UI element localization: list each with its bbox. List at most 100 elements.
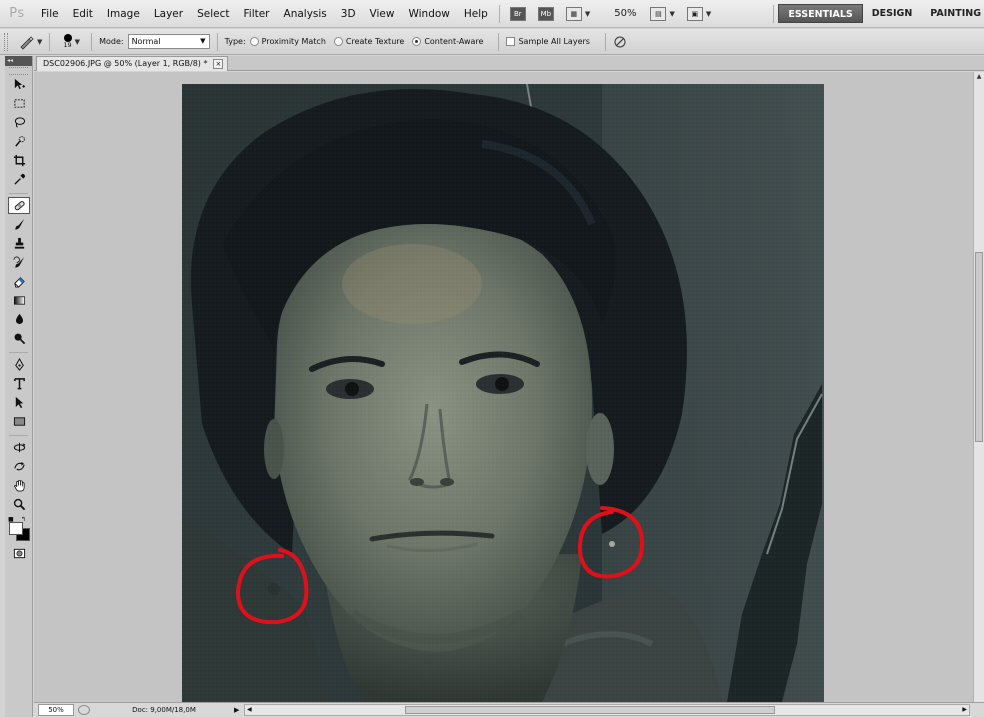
scroll-up-icon[interactable]: ▲ bbox=[975, 73, 983, 81]
gradient-icon bbox=[13, 296, 25, 305]
workspace-essentials[interactable]: ESSENTIALS bbox=[778, 4, 863, 23]
checkbox[interactable] bbox=[506, 37, 516, 46]
menu-analysis[interactable]: Analysis bbox=[277, 0, 334, 28]
radio-button[interactable] bbox=[249, 37, 259, 46]
spot-healing-brush-tool[interactable] bbox=[8, 197, 30, 214]
mode-select[interactable]: Normal ▼ bbox=[127, 34, 210, 49]
path-selection-tool[interactable] bbox=[8, 394, 30, 411]
status-info-icon[interactable] bbox=[78, 705, 90, 715]
zoom-level-select[interactable]: 50% bbox=[596, 8, 644, 19]
menu-help[interactable]: Help bbox=[457, 0, 495, 28]
3d-rotate-tool[interactable] bbox=[8, 439, 30, 456]
quick-selection-tool[interactable] bbox=[8, 133, 30, 150]
menu-view[interactable]: View bbox=[363, 0, 402, 28]
options-separator bbox=[49, 32, 51, 51]
radio-label: Content-Aware bbox=[424, 37, 484, 46]
view-extras-icon: ▦ bbox=[565, 6, 582, 21]
eraser-tool[interactable] bbox=[8, 273, 30, 290]
type-tool[interactable] bbox=[8, 375, 30, 392]
menu-filter[interactable]: Filter bbox=[237, 0, 277, 28]
vertical-scrollbar[interactable]: ▲ bbox=[973, 72, 984, 702]
zoom-tool[interactable] bbox=[8, 496, 30, 513]
menu-window[interactable]: Window bbox=[401, 0, 456, 28]
options-grip[interactable] bbox=[4, 32, 8, 51]
crop-tool[interactable] bbox=[8, 152, 30, 169]
tools-panel-grip[interactable] bbox=[9, 67, 28, 75]
workspace-design[interactable]: DESIGN bbox=[863, 4, 922, 23]
launch-mini-bridge-button[interactable]: Mb bbox=[534, 4, 558, 24]
tools-panel: ◂◂ ■ ↰ bbox=[5, 56, 33, 717]
chevron-down-icon: ▼ bbox=[37, 37, 43, 46]
tool-preset-picker[interactable]: ▼ bbox=[18, 34, 42, 50]
type-create-texture-radio[interactable]: Create Texture bbox=[333, 37, 405, 46]
vertical-scroll-thumb[interactable] bbox=[975, 252, 983, 442]
status-zoom-field[interactable]: 50% bbox=[38, 704, 74, 716]
3d-orbit-tool[interactable] bbox=[8, 458, 30, 475]
radio-label: Create Texture bbox=[345, 37, 405, 46]
document-canvas-area[interactable] bbox=[34, 72, 973, 702]
menu-image[interactable]: Image bbox=[100, 0, 147, 28]
horizontal-scroll-thumb[interactable] bbox=[405, 706, 775, 714]
close-icon[interactable]: × bbox=[213, 59, 224, 69]
dodge-tool[interactable] bbox=[8, 330, 30, 347]
status-menu-arrow-icon[interactable]: ▶ bbox=[234, 706, 244, 714]
type-label: Type: bbox=[224, 37, 246, 46]
lasso-tool[interactable] bbox=[8, 114, 30, 131]
chevron-down-icon: ▼ bbox=[705, 9, 712, 18]
workspace-painting[interactable]: PAINTING bbox=[921, 4, 984, 23]
menu-layer[interactable]: Layer bbox=[147, 0, 190, 28]
photo-canvas[interactable] bbox=[182, 84, 824, 702]
shape-tool[interactable] bbox=[8, 413, 30, 430]
hand-icon bbox=[13, 479, 25, 492]
radio-button-selected[interactable] bbox=[412, 37, 422, 46]
move-icon bbox=[14, 78, 25, 90]
menu-select[interactable]: Select bbox=[190, 0, 236, 28]
options-separator bbox=[498, 32, 500, 51]
bridge-icon: Br bbox=[509, 6, 526, 21]
brush-tool[interactable] bbox=[8, 216, 30, 233]
path-selection-icon bbox=[15, 396, 23, 409]
blur-tool[interactable] bbox=[8, 311, 30, 328]
type-content-aware-radio[interactable]: Content-Aware bbox=[412, 37, 483, 46]
launch-bridge-button[interactable]: Br bbox=[506, 4, 530, 24]
sample-all-layers-checkbox[interactable]: Sample All Layers bbox=[506, 37, 590, 46]
workspace-separator bbox=[773, 4, 775, 23]
move-tool[interactable] bbox=[8, 76, 30, 93]
marquee-tool[interactable] bbox=[8, 95, 30, 112]
radio-button[interactable] bbox=[333, 37, 343, 46]
screen-mode-button[interactable]: ▣ ▼ bbox=[683, 4, 715, 24]
brush-picker[interactable]: 19 bbox=[63, 34, 72, 49]
history-brush-tool[interactable] bbox=[8, 254, 30, 271]
document-tab[interactable]: DSC02906.JPG @ 50% (Layer 1, RGB/8) * × bbox=[36, 56, 229, 71]
chevron-down-icon: ▼ bbox=[669, 9, 675, 18]
quick-mask-toggle[interactable] bbox=[8, 545, 30, 562]
menu-file[interactable]: File bbox=[34, 0, 66, 28]
screen-mode-icon: ▣ bbox=[686, 6, 703, 21]
tools-panel-header[interactable]: ◂◂ bbox=[5, 56, 32, 66]
pen-icon bbox=[14, 358, 24, 371]
type-proximity-match-radio[interactable]: Proximity Match bbox=[249, 37, 326, 46]
pen-tool[interactable] bbox=[8, 356, 30, 373]
scroll-right-icon[interactable]: ▶ bbox=[962, 705, 967, 715]
clone-stamp-tool[interactable] bbox=[8, 235, 30, 252]
rectangle-shape-icon bbox=[13, 417, 25, 426]
chevron-down-icon[interactable]: ▼ bbox=[75, 38, 80, 46]
mode-label: Mode: bbox=[99, 37, 124, 46]
gradient-tool[interactable] bbox=[8, 292, 30, 309]
brush-size-value: 19 bbox=[63, 41, 72, 49]
arrange-documents-icon: ▤ bbox=[650, 6, 667, 21]
status-document-size: Doc: 9,00M/18,0M bbox=[132, 706, 196, 714]
arrange-documents-button[interactable]: ▤ ▼ bbox=[646, 4, 678, 24]
foreground-color-swatch[interactable] bbox=[9, 522, 23, 535]
eyedropper-tool[interactable] bbox=[8, 171, 30, 188]
scroll-left-icon[interactable]: ◀ bbox=[247, 705, 252, 715]
lasso-icon bbox=[14, 117, 25, 128]
menu-edit[interactable]: Edit bbox=[66, 0, 100, 28]
menu-3d[interactable]: 3D bbox=[334, 0, 363, 28]
workspace-switcher: ESSENTIALS DESIGN PAINTING bbox=[769, 4, 984, 23]
hand-tool[interactable] bbox=[8, 477, 30, 494]
pressure-size-icon[interactable] bbox=[613, 35, 627, 49]
view-extras-button[interactable]: ▦ ▼ bbox=[562, 4, 594, 24]
options-separator bbox=[91, 32, 93, 51]
horizontal-scrollbar[interactable]: ◀ ▶ bbox=[244, 704, 970, 716]
